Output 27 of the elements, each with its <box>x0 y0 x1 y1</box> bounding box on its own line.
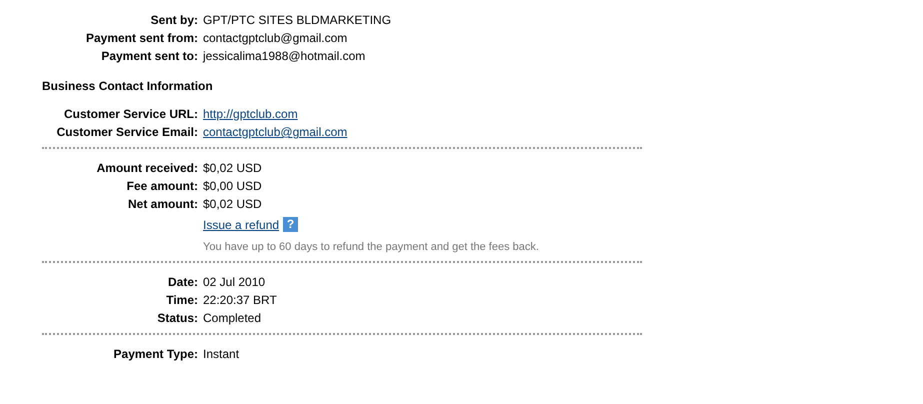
field-label: Payment Type: <box>112 347 198 361</box>
field-value: jessicalima1988@hotmail.com <box>203 49 366 63</box>
field-value: $0,02 USD <box>203 197 262 211</box>
link[interactable]: contactgptclub@gmail.com <box>203 125 348 139</box>
field-value: Instant <box>203 347 240 361</box>
section-heading: Business Contact Information <box>42 79 214 93</box>
field-value: Completed <box>203 311 262 325</box>
field-label: Amount received: <box>96 161 198 175</box>
field-label: Customer Service URL: <box>62 107 198 121</box>
refund-note: You have up to 60 days to refund the payment and get the fees back. <box>203 241 540 253</box>
field-label: Fee amount: <box>126 179 198 193</box>
field-label: Net amount: <box>127 197 198 211</box>
link[interactable]: http://gptclub.com <box>203 107 298 121</box>
field-label: Sent by: <box>150 13 198 27</box>
field-value: $0,02 USD <box>203 161 262 175</box>
field-label: Payment sent to: <box>100 49 198 63</box>
field-label: Customer Service Email: <box>56 125 198 139</box>
field-label: Time: <box>165 293 198 307</box>
refund-link[interactable]: Issue a refund <box>203 218 280 232</box>
field-value: contactgptclub@gmail.com <box>203 31 348 45</box>
field-value: 02 Jul 2010 <box>203 275 266 289</box>
field-value: GPT/PTC SITES BLDMARKETING <box>203 13 392 27</box>
field-label: Date: <box>166 275 198 289</box>
field-value: $0,00 USD <box>203 179 262 193</box>
field-label: Status: <box>156 311 198 325</box>
field-label: Payment sent from: <box>84 31 198 45</box>
field-value: 22:20:37 BRT <box>203 293 277 307</box>
